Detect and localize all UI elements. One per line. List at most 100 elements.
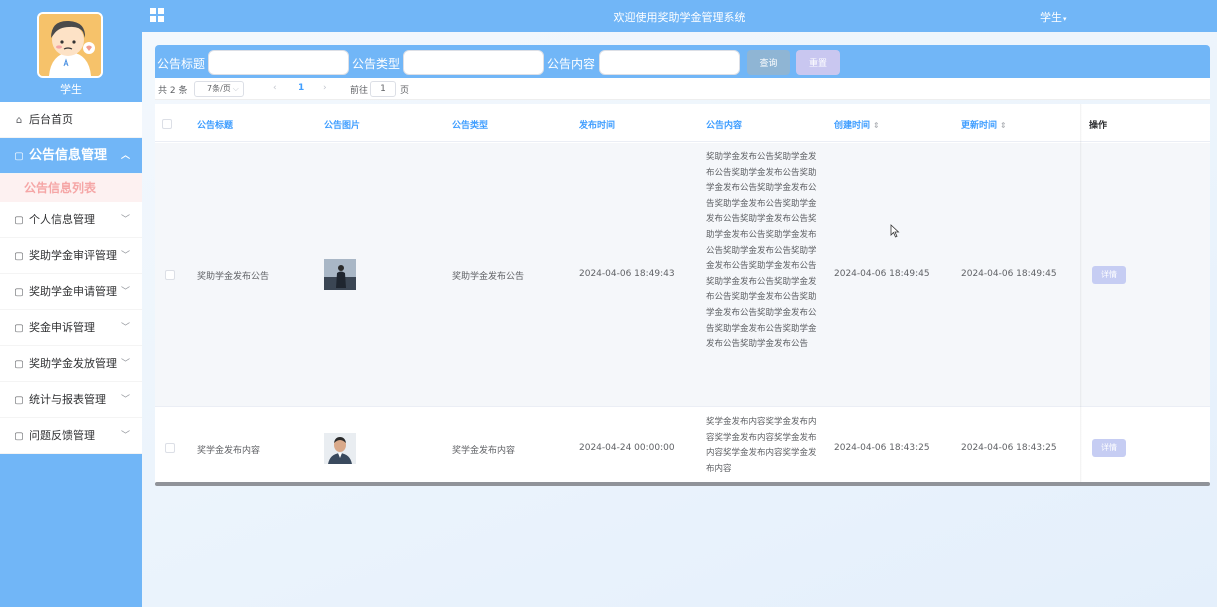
sidebar-username: 学生	[60, 83, 82, 96]
folder-icon: ▢	[14, 359, 24, 370]
goto-label: 前往	[350, 86, 369, 96]
mouse-cursor-icon	[890, 224, 900, 238]
pager-total: 共 2 条	[158, 86, 188, 96]
sidebar-item-review[interactable]: ▢ 奖助学金审评管理 ﹀	[0, 238, 142, 274]
chevron-down-icon: ﹀	[120, 287, 130, 297]
folder-icon: ▢	[14, 251, 24, 262]
reset-button[interactable]: 重置	[796, 50, 840, 75]
cell-title: 奖学金发布内容	[197, 446, 261, 456]
column-header: 公告标题	[197, 121, 234, 131]
goto-page-input[interactable]: 1	[370, 81, 396, 97]
sidebar-item-feedback[interactable]: ▢ 问题反馈管理 ﹀	[0, 418, 142, 454]
top-bar: 欢迎使用奖助学金管理系统 学生▾	[142, 0, 1217, 32]
table-header: 公告标题 公告图片 公告类型 发布时间 公告内容 创建时间 ⇕ 更新时间 ⇕ 操作	[155, 104, 1210, 142]
chevron-down-icon: ﹀	[120, 431, 130, 441]
sidebar-item-label: 奖助学金审评管理	[29, 249, 117, 262]
column-header-sortable[interactable]: 创建时间 ⇕	[834, 118, 880, 131]
pagination: 共 2 条 7条/页 ⌵ ‹ 1 › 前往 1 页	[155, 78, 1210, 100]
column-header: 操作	[1089, 121, 1108, 131]
avatar[interactable]	[37, 12, 103, 78]
sidebar-item-home[interactable]: ⌂ 后台首页	[0, 102, 142, 138]
chevron-up-icon: ︿	[120, 151, 130, 161]
table-row: 奖助学金发布公告 奖助学金发布公告 2024-04-06 18:49:43 奖助…	[155, 143, 1210, 407]
sidebar-item-application[interactable]: ▢ 奖助学金申请管理 ﹀	[0, 274, 142, 310]
cell-type: 奖学金发布内容	[452, 446, 516, 456]
search-type-input[interactable]	[403, 50, 544, 75]
home-icon: ⌂	[15, 115, 23, 126]
folder-icon: ▢	[14, 151, 24, 162]
cell-content: 奖助学金发布公告奖助学金发布公告奖助学金发布公告奖助学金发布公告奖助学金发布公告…	[706, 152, 817, 350]
chevron-down-icon: ﹀	[120, 395, 130, 405]
chevron-down-icon: ﹀	[120, 323, 130, 333]
column-header: 发布时间	[579, 121, 616, 131]
horizontal-scrollbar[interactable]	[155, 482, 1210, 486]
table-row: 奖学金发布内容 奖学金发布内容 2024-04-24 00:00:00 奖学金发…	[155, 408, 1210, 484]
folder-icon: ▢	[14, 287, 24, 298]
sidebar-item-label: 奖助学金发放管理	[29, 357, 117, 370]
search-title-label: 公告标题	[157, 57, 206, 71]
search-bar: 公告标题 公告类型 公告内容 查询 重置	[155, 45, 1210, 78]
sidebar-item-label: 个人信息管理	[29, 213, 95, 226]
cell-publish-time: 2024-04-06 18:49:43	[579, 269, 675, 279]
page-size-select[interactable]: 7条/页 ⌵	[194, 81, 244, 97]
cell-publish-time: 2024-04-24 00:00:00	[579, 443, 675, 453]
folder-icon: ▢	[14, 323, 24, 334]
sidebar-item-label: 奖金申诉管理	[29, 321, 95, 334]
cell-created: 2024-04-06 18:49:45	[834, 269, 930, 279]
cell-title: 奖助学金发布公告	[197, 272, 270, 282]
avatar-illustration	[39, 14, 101, 76]
sidebar-item-label: 奖助学金申请管理	[29, 285, 117, 298]
cell-updated: 2024-04-06 18:43:25	[961, 443, 1057, 453]
chevron-down-icon: ⌵	[232, 84, 239, 93]
announcement-image[interactable]	[324, 259, 356, 290]
select-all-checkbox[interactable]	[162, 119, 172, 129]
folder-icon: ▢	[14, 431, 24, 442]
column-header: 公告图片	[324, 121, 361, 131]
chevron-down-icon: ﹀	[120, 359, 130, 369]
row-checkbox[interactable]	[165, 270, 175, 280]
folder-icon: ▢	[14, 215, 24, 226]
sidebar-item-distribution[interactable]: ▢ 奖助学金发放管理 ﹀	[0, 346, 142, 382]
detail-button[interactable]: 详情	[1092, 439, 1126, 457]
cell-updated: 2024-04-06 18:49:45	[961, 269, 1057, 279]
cell-content: 奖学金发布内容奖学金发布内容奖学金发布内容奖学金发布内容奖学金发布内容奖学金发布…	[706, 417, 817, 474]
search-content-input[interactable]	[599, 50, 740, 75]
column-header-label: 更新时间	[961, 121, 998, 131]
sidebar-item-appeal[interactable]: ▢ 奖金申诉管理 ﹀	[0, 310, 142, 346]
search-type-label: 公告类型	[352, 57, 401, 71]
sidebar-item-personal-info[interactable]: ▢ 个人信息管理 ﹀	[0, 202, 142, 238]
sidebar-subitem-announcement-list[interactable]: 公告信息列表	[0, 174, 142, 202]
user-menu-label: 学生	[1040, 11, 1062, 24]
detail-button[interactable]: 详情	[1092, 266, 1126, 284]
sidebar-item-label: 问题反馈管理	[29, 429, 95, 442]
photo-person-standing	[324, 259, 356, 290]
cell-created: 2024-04-06 18:43:25	[834, 443, 930, 453]
query-button[interactable]: 查询	[747, 50, 790, 75]
sidebar-item-announcement[interactable]: ▢ 公告信息管理 ︿	[0, 138, 142, 174]
column-header: 公告内容	[706, 121, 743, 131]
page-size-value: 7条/页	[207, 84, 231, 93]
sidebar-item-label: 公告信息管理	[29, 148, 108, 163]
photo-person-portrait	[324, 433, 356, 464]
sidebar: 学生 ⌂ 后台首页 ▢ 公告信息管理 ︿ 公告信息列表 ▢ 个人信息管理 ﹀ ▢ 奖助学…	[0, 0, 142, 607]
sort-icon[interactable]: ⇕	[1000, 121, 1007, 130]
sidebar-item-label: 后台首页	[29, 113, 73, 126]
column-header: 公告类型	[452, 121, 489, 131]
search-title-input[interactable]	[208, 50, 349, 75]
fixed-column-shadow	[1080, 104, 1082, 484]
user-menu[interactable]: 学生▾	[1040, 9, 1067, 25]
chevron-down-icon: ﹀	[120, 215, 130, 225]
next-page-icon[interactable]: ›	[323, 83, 327, 93]
prev-page-icon[interactable]: ‹	[273, 83, 277, 93]
sidebar-menu: ⌂ 后台首页 ▢ 公告信息管理 ︿ 公告信息列表 ▢ 个人信息管理 ﹀ ▢ 奖助学金审评…	[0, 102, 142, 454]
page-number[interactable]: 1	[298, 83, 304, 93]
folder-icon: ▢	[14, 395, 24, 406]
announcement-image[interactable]	[324, 433, 356, 464]
sidebar-item-statistics[interactable]: ▢ 统计与报表管理 ﹀	[0, 382, 142, 418]
chevron-down-icon: ﹀	[120, 251, 130, 261]
sidebar-item-label: 统计与报表管理	[29, 393, 106, 406]
sort-icon[interactable]: ⇕	[873, 121, 880, 130]
announcement-table: 公告标题 公告图片 公告类型 发布时间 公告内容 创建时间 ⇕ 更新时间 ⇕ 操作 …	[155, 104, 1210, 484]
column-header-sortable[interactable]: 更新时间 ⇕	[961, 118, 1007, 131]
row-checkbox[interactable]	[165, 443, 175, 453]
